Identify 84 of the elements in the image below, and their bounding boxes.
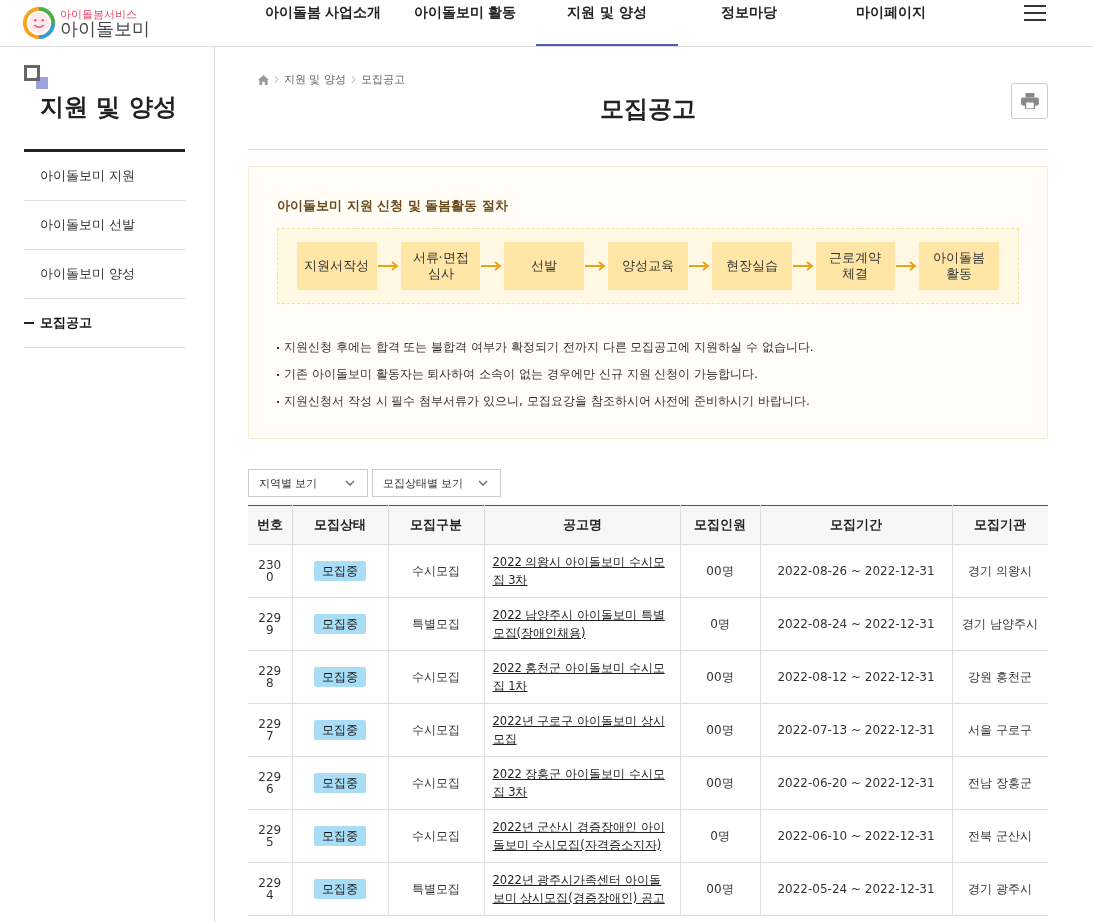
table-cell: 00명 xyxy=(680,703,760,757)
table-cell: 2300 xyxy=(248,544,292,598)
step-box: 아이돌봄 활동 xyxy=(919,242,999,290)
arrow-icon xyxy=(585,261,608,271)
table-cell: 2022-06-20 ~ 2022-12-31 xyxy=(760,756,952,810)
chevron-down-icon xyxy=(345,480,355,486)
table-cell: 수시모집 xyxy=(388,544,484,598)
logo-name: 아이돌보미 xyxy=(60,19,150,38)
table-cell: 수시모집 xyxy=(388,703,484,757)
column-header: 번호 xyxy=(248,505,292,545)
column-header: 공고명 xyxy=(484,505,680,545)
note-text: 지원신청서 작성 시 필수 첨부서류가 있으니, 모집요강을 참조하시어 사전에 준비하시기 바랍니다. xyxy=(284,393,810,410)
chevron-icon xyxy=(274,75,279,84)
menu-icon[interactable] xyxy=(1024,5,1046,21)
step-box: 선발 xyxy=(504,242,585,290)
status-badge: 모집중 xyxy=(314,719,366,740)
logo-tagline: 아이돌봄서비스 xyxy=(60,8,137,20)
table-cell: 2022-07-13 ~ 2022-12-31 xyxy=(760,703,952,757)
home-icon[interactable] xyxy=(258,74,269,85)
nav-tab[interactable]: 정보마당 xyxy=(678,0,820,46)
table-cell: 00명 xyxy=(680,756,760,810)
nav-tab[interactable]: 지원 및 양성 xyxy=(536,0,678,46)
step-box: 지원서작성 xyxy=(297,242,377,290)
breadcrumb-link[interactable]: 지원 및 양성 xyxy=(284,72,346,87)
table-cell: 00명 xyxy=(680,862,760,916)
filter-dropdown[interactable]: 지역별 보기 xyxy=(248,469,368,497)
nav-tab[interactable]: 아이돌봄 사업소개 xyxy=(252,0,394,46)
note-text: 지원신청 후에는 합격 또는 불합격 여부가 확정되기 전까지 다른 모집공고에 지원하실 수 없습니다. xyxy=(284,339,814,356)
table-cell: 특별모집 xyxy=(388,862,484,916)
status-badge: 모집중 xyxy=(314,666,366,687)
arrow-icon xyxy=(896,261,919,271)
step-box: 근로계약 체결 xyxy=(815,242,896,290)
procedure-title: 아이돌보미 지원 신청 및 돌봄활동 절차 xyxy=(277,197,509,215)
table-cell: 수시모집 xyxy=(388,809,484,863)
status-badge: 모집중 xyxy=(314,825,366,846)
sidebar-item[interactable]: 아이돌보미 선발 xyxy=(24,201,185,250)
status-badge: 모집중 xyxy=(314,613,366,634)
arrow-icon xyxy=(377,261,400,271)
sidebar-item[interactable]: 아이돌보미 지원 xyxy=(24,152,185,201)
chevron-down-icon xyxy=(477,480,488,486)
table-cell: 2296 xyxy=(248,756,292,810)
smiley-logo-icon xyxy=(22,6,56,40)
note-text: 기존 아이돌보미 활동자는 퇴사하여 소속이 없는 경우에만 신규 지원 신청이 가능합니다. xyxy=(284,366,758,383)
column-header: 모집구분 xyxy=(388,505,484,545)
table-cell: 2298 xyxy=(248,650,292,704)
table-cell: 00명 xyxy=(680,544,760,598)
table-cell: 2294 xyxy=(248,862,292,916)
step-box: 서류·면접 심사 xyxy=(400,242,481,290)
arrow-icon xyxy=(792,261,815,271)
filter-dropdown[interactable]: 모집상태별 보기 xyxy=(372,469,501,497)
column-header: 모집기관 xyxy=(952,505,1048,545)
step-box: 현장실습 xyxy=(711,242,792,290)
sidebar-title: 지원 및 양성 xyxy=(40,92,178,123)
nav-tab[interactable]: 마이페이지 xyxy=(820,0,962,46)
table-cell: 2295 xyxy=(248,809,292,863)
table-cell: 2299 xyxy=(248,597,292,651)
table-cell: 0명 xyxy=(680,809,760,863)
printer-icon xyxy=(1020,93,1039,109)
arrow-icon xyxy=(688,261,711,271)
nav-tab[interactable]: 아이돌보미 활동 xyxy=(394,0,536,46)
table-cell: 0명 xyxy=(680,597,760,651)
table-cell: 특별모집 xyxy=(388,597,484,651)
table-cell: 2022-06-10 ~ 2022-12-31 xyxy=(760,809,952,863)
arrow-icon xyxy=(481,261,504,271)
squares-icon xyxy=(24,65,48,89)
table-cell: 2297 xyxy=(248,703,292,757)
table-cell: 2022-05-24 ~ 2022-12-31 xyxy=(760,862,952,916)
step-box: 양성교육 xyxy=(608,242,688,290)
status-badge: 모집중 xyxy=(314,560,366,581)
print-button[interactable] xyxy=(1011,83,1048,119)
table-cell: 2022-08-24 ~ 2022-12-31 xyxy=(760,597,952,651)
status-badge: 모집중 xyxy=(314,878,366,899)
table-cell: 수시모집 xyxy=(388,756,484,810)
column-header: 모집기간 xyxy=(760,505,952,545)
table-cell: 수시모집 xyxy=(388,650,484,704)
breadcrumb-link[interactable]: 모집공고 xyxy=(361,72,405,87)
table-cell: 2022-08-26 ~ 2022-12-31 xyxy=(760,544,952,598)
page-title: 모집공고 xyxy=(600,94,696,125)
column-header: 모집인원 xyxy=(680,505,760,545)
column-header: 모집상태 xyxy=(292,505,388,545)
table-cell: 00명 xyxy=(680,650,760,704)
status-badge: 모집중 xyxy=(314,772,366,793)
table-cell: 2022-08-12 ~ 2022-12-31 xyxy=(760,650,952,704)
chevron-icon xyxy=(351,75,356,84)
